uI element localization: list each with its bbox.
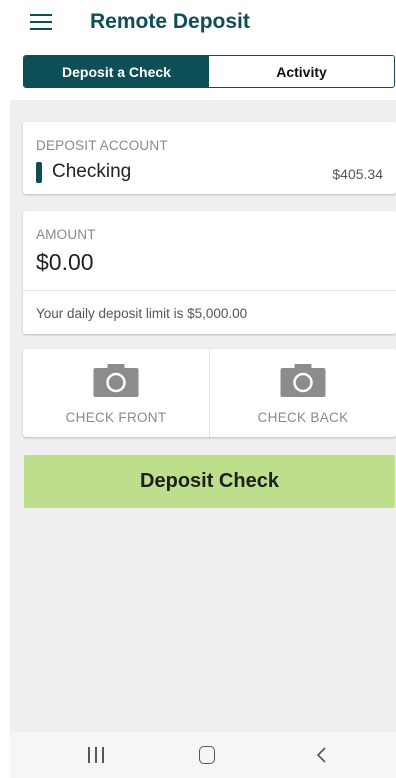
account-name: Checking <box>52 161 132 182</box>
home-icon <box>199 746 215 764</box>
check-front-capture[interactable]: CHECK FRONT <box>23 349 209 437</box>
hamburger-menu-icon[interactable] <box>30 14 52 32</box>
check-photos-card: CHECK FRONT CHECK BACK <box>23 349 396 437</box>
check-front-label: CHECK FRONT <box>65 410 167 425</box>
deposit-check-button[interactable]: Deposit Check <box>24 455 395 508</box>
check-back-capture[interactable]: CHECK BACK <box>209 349 396 437</box>
deposit-account-selector[interactable]: DEPOSIT ACCOUNT Checking $405.34 <box>23 122 396 194</box>
home-button[interactable] <box>187 740 227 770</box>
deposit-account-label: DEPOSIT ACCOUNT <box>36 138 168 153</box>
tab-bar: Deposit a Check Activity <box>23 55 395 88</box>
tab-deposit-a-check[interactable]: Deposit a Check <box>24 56 209 87</box>
app-header: Remote Deposit <box>0 0 396 48</box>
amount-input[interactable]: $0.00 <box>36 249 94 276</box>
check-back-label: CHECK BACK <box>257 410 349 425</box>
back-button[interactable] <box>301 740 341 770</box>
recent-apps-button[interactable] <box>76 740 116 770</box>
camera-icon <box>280 364 326 397</box>
account-color-bar <box>36 162 42 183</box>
system-nav-bar <box>10 732 396 778</box>
back-icon <box>316 747 326 763</box>
page-title: Remote Deposit <box>90 10 250 33</box>
recent-apps-icon <box>88 747 104 763</box>
deposit-form: DEPOSIT ACCOUNT Checking $405.34 AMOUNT … <box>10 100 396 732</box>
amount-divider <box>23 290 396 291</box>
deposit-limit-text: Your daily deposit limit is $5,000.00 <box>36 306 248 321</box>
camera-icon <box>93 364 139 397</box>
amount-label: AMOUNT <box>36 227 96 242</box>
amount-card: AMOUNT $0.00 Your daily deposit limit is… <box>23 211 396 334</box>
tab-activity[interactable]: Activity <box>209 56 394 87</box>
account-balance: $405.34 <box>332 166 383 182</box>
